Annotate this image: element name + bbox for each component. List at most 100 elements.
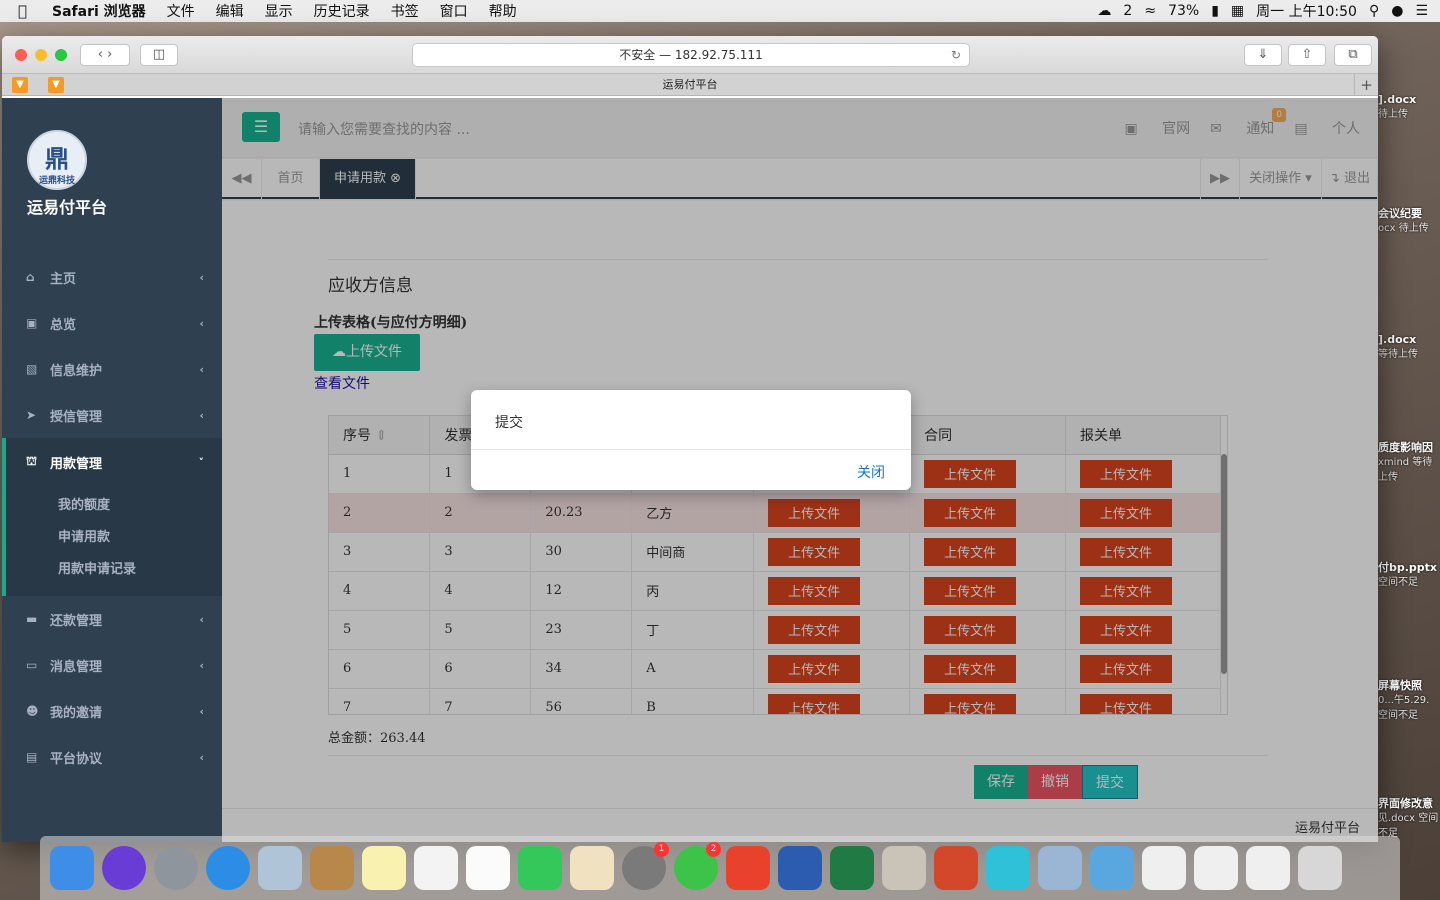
address-bar[interactable]: 不安全 — 182.92.75.111 ↻ [412,43,970,67]
chevron-left-icon: ‹ [199,750,204,764]
menu-history[interactable]: 历史记录 [314,1,370,21]
reload-icon[interactable]: ↻ [951,44,961,66]
contacts-icon[interactable] [310,846,354,890]
dialog-close-button[interactable]: 关闭 [857,462,885,482]
wifi-icon[interactable]: ≈ [1144,3,1156,19]
dock: 1 2 [40,836,1400,900]
desktop-file[interactable]: ].docx 等待上传 [1378,332,1440,362]
bookmark-favicon-icon[interactable]: ▼ [48,77,64,93]
trash-icon[interactable] [1298,846,1342,890]
credit-card-icon: ▬ [26,612,38,626]
xmind-icon[interactable] [726,846,770,890]
siri-icon[interactable]: ● [1391,3,1403,19]
system-preferences-icon[interactable]: 1 [622,842,669,890]
facetime-icon[interactable] [518,846,562,890]
numbers-icon[interactable] [414,846,458,890]
sidebar-subitem-records[interactable]: 用款申请记录 [58,554,222,586]
recent-file-icon[interactable] [1194,846,1238,890]
sidebar-item-agreement[interactable]: ▤ 平台协议 ‹ [2,734,222,780]
tabs-overview-icon[interactable]: ⧉ [1334,44,1372,66]
menu-help[interactable]: 帮助 [489,1,517,21]
menu-safari[interactable]: Safari 浏览器 [52,1,146,21]
chevron-left-icon: ‹ [199,658,204,672]
wechat-status-icon[interactable]: ☁ [1097,3,1111,19]
back-forward-buttons[interactable]: ‹ › [80,44,130,66]
menu-edit[interactable]: 编辑 [216,1,244,21]
chevron-left-icon: ‹ [199,270,204,284]
safari-window: ‹ › ◫ 不安全 — 182.92.75.111 ↻ ⇓ ⇧ ⧉ ▼ ▼ 运易… [2,36,1378,842]
infuse-icon[interactable] [986,846,1030,890]
chevron-left-icon: ‹ [199,704,204,718]
sidebar-item-overview[interactable]: ▣ 总览 ‹ [2,300,222,346]
battery-icon[interactable]: ▮ [1211,3,1219,19]
recent-file-icon[interactable] [1246,846,1290,890]
word-icon[interactable] [778,846,822,890]
bar-chart-icon: ▧ [26,362,38,376]
powerpoint-icon[interactable] [934,846,978,890]
sidebar: 鼎运鼎科技 运易付平台 ⌂ 主页 ‹ ▣ 总览 ‹ ▧ 信息维护 ‹ ➤ 授信管理 ‹ ⛫ 用款管… [2,98,222,842]
sidebar-item-repayment[interactable]: ▬ 还款管理 ‹ [2,596,222,642]
downloads-folder-icon[interactable] [1090,846,1134,890]
sidebar-item-invites[interactable]: ☻ 我的邀请 ‹ [2,688,222,734]
browser-tab-title[interactable]: 运易付平台 [663,78,718,91]
downloads-icon[interactable]: ⇓ [1244,44,1282,66]
menu-window[interactable]: 窗口 [440,1,468,21]
menu-view[interactable]: 显示 [265,1,293,21]
sidebar-submenu: 我的额度 申请用款 用款申请记录 [2,486,222,596]
sidebar-profile: 鼎运鼎科技 运易付平台 [2,98,222,248]
file-icon: ▤ [26,750,38,764]
reminders-icon[interactable] [466,846,510,890]
home-icon: ⌂ [26,270,35,284]
notes-icon[interactable] [362,846,406,890]
desktop-files: ].docx 待上传 会议纪要 ocx 待上传 ].docx 等待上传 质度影响因 xm… [1378,30,1440,850]
preview-icon[interactable] [1038,846,1082,890]
siri-icon[interactable] [102,846,146,890]
finder-icon[interactable] [50,846,94,890]
recent-file-icon[interactable] [1142,846,1186,890]
sidebar-subitem-quota[interactable]: 我的额度 [58,490,222,522]
sidebar-toggle-icon[interactable]: ◫ [140,44,178,66]
menu-bookmarks[interactable]: 书签 [391,1,419,21]
menu-file[interactable]: 文件 [167,1,195,21]
desktop-file[interactable]: 质度影响因 xmind 等待上传 [1378,440,1440,485]
clock[interactable]: 周一 上午10:50 [1256,1,1357,21]
bookmark-favicon-icon[interactable]: ▼ [12,77,28,93]
users-icon: ☻ [26,704,39,718]
spotlight-icon[interactable]: ⚲ [1369,3,1379,19]
sidebar-item-credit[interactable]: ➤ 授信管理 ‹ [2,392,222,438]
sidebar-item-home[interactable]: ⌂ 主页 ‹ [2,254,222,300]
sidebar-subitem-apply[interactable]: 申请用款 [58,522,222,554]
desktop-file[interactable]: 屏幕快照 0...午5.29. 空间不足 [1378,678,1440,723]
sidebar-item-messages[interactable]: ▭ 消息管理 ‹ [2,642,222,688]
notification-center-icon[interactable]: ☰ [1415,3,1428,19]
zoom-window-icon[interactable] [55,49,67,61]
share-icon[interactable]: ⇧ [1288,44,1326,66]
wechat-status-count: 2 [1123,3,1133,19]
browser-toolbar: ‹ › ◫ 不安全 — 182.92.75.111 ↻ ⇓ ⇧ ⧉ [2,36,1378,74]
desktop-file[interactable]: 界面修改意 见.docx 空间不足 [1378,796,1440,841]
launchpad-icon[interactable] [154,846,198,890]
chevron-left-icon: ‹ [199,408,204,422]
sidebar-item-info[interactable]: ▧ 信息维护 ‹ [2,346,222,392]
input-method-icon[interactable]: ▦ [1231,3,1244,19]
apple-icon[interactable]:  [18,2,36,20]
window-controls [15,49,75,61]
safari-icon[interactable] [206,846,250,890]
calculator-icon[interactable] [882,846,926,890]
chevron-left-icon: ‹ [199,612,204,626]
desktop-file[interactable]: 付bp.pptx 空间不足 [1378,560,1440,590]
pages-icon[interactable] [570,846,614,890]
mail-icon[interactable] [258,846,302,890]
url-text: 不安全 — 182.92.75.111 [619,48,763,62]
chevron-down-icon: ˅ [198,455,205,469]
wechat-icon[interactable]: 2 [674,842,721,890]
excel-icon[interactable] [830,846,874,890]
submit-dialog: 提交 关闭 [471,390,911,490]
desktop-file[interactable]: ].docx 待上传 [1378,92,1440,122]
minimize-window-icon[interactable] [35,49,47,61]
dialog-message: 提交 [471,390,911,450]
close-window-icon[interactable] [15,49,27,61]
desktop-file[interactable]: 会议纪要 ocx 待上传 [1378,206,1440,236]
new-tab-icon[interactable]: + [1354,74,1378,95]
sidebar-item-funds[interactable]: ⛫ 用款管理 ˅ [2,438,222,486]
